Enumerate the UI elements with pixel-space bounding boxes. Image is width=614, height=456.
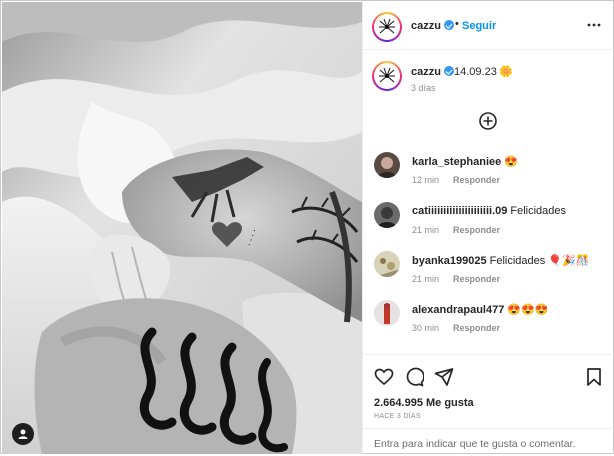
comment-username[interactable]: catiiiiiiiiiiiiiiiiiiiii.09 Felicidades	[412, 205, 566, 217]
more-options-icon[interactable]	[587, 18, 601, 32]
verified-badge-icon	[443, 20, 454, 30]
reply-button[interactable]: Responder	[453, 225, 500, 235]
comment-time: 30 min	[412, 323, 440, 333]
comment-time: 12 min	[412, 175, 440, 185]
login-to-comment-text[interactable]: Entra para indicar que te gusta o coment…	[374, 438, 575, 450]
comment-item: alexandrapaul477 😍😍😍 30 min Responder	[363, 300, 614, 346]
heart-icon[interactable]	[374, 367, 394, 387]
bookmark-icon[interactable]	[584, 367, 604, 387]
comment-time: 21 min	[412, 225, 440, 235]
post-photo[interactable]: ∙ ∙ ∙ ∙	[2, 2, 362, 454]
tattooed-hands-image: ∙ ∙ ∙ ∙	[2, 2, 362, 454]
comment-icon[interactable]	[404, 367, 424, 387]
author-avatar[interactable]	[372, 12, 402, 42]
comment-text: Felicidades	[510, 205, 567, 217]
comment-text: 😍😍😍	[507, 304, 549, 316]
reply-button[interactable]: Responder	[453, 274, 500, 284]
spider-logo-icon	[379, 67, 395, 83]
plus-circle-icon[interactable]	[478, 111, 498, 131]
share-icon[interactable]	[434, 367, 454, 387]
commenter-avatar[interactable]	[374, 251, 400, 277]
post-header: cazzu • Seguir	[363, 2, 614, 50]
post-side-panel: cazzu • Seguir cazzu 14.09.23 🌼 3 días k…	[362, 2, 614, 454]
caption-time: 3 días	[411, 83, 436, 93]
spider-logo-icon	[379, 18, 395, 34]
comment-username[interactable]: karla_stephaniee 😍	[412, 155, 518, 168]
likes-count[interactable]: 2.664.995 Me gusta	[374, 397, 474, 409]
commenter-avatar[interactable]	[374, 152, 400, 178]
comment-item: byanka199025 Felicidades 🎈🎉🎊 21 min Respon…	[363, 251, 614, 297]
reply-button[interactable]: Responder	[453, 323, 500, 333]
comment-text: 😍	[504, 156, 518, 168]
comment-text: Felicidades 🎈🎉🎊	[489, 255, 590, 267]
login-to-comment[interactable]: Entra para indicar que te gusta o coment…	[363, 428, 614, 456]
caption-emoji: 🌼	[499, 66, 513, 78]
caption-username[interactable]: cazzu	[411, 66, 454, 78]
post-modal: ∙ ∙ ∙ ∙ cazzu • Seguir cazzu 14.09.23 🌼 …	[0, 0, 614, 454]
author-username[interactable]: cazzu	[411, 20, 454, 32]
comment-item: catiiiiiiiiiiiiiiiiiiiii.09 Felicidades 2…	[363, 202, 614, 248]
verified-badge-icon	[443, 66, 454, 76]
post-actions: 2.664.995 Me gusta HACE 3 DÍAS Entra par…	[363, 354, 614, 455]
separator-dot: •	[455, 18, 459, 30]
comment-item: karla_stephaniee 😍 12 min Responder	[363, 152, 614, 198]
caption-text: 14.09.23	[454, 66, 497, 78]
user-tag-icon[interactable]	[12, 423, 34, 445]
caption-author-avatar[interactable]	[372, 61, 402, 91]
comment-time: 21 min	[412, 274, 440, 284]
reply-button[interactable]: Responder	[453, 175, 500, 185]
comment-username[interactable]: byanka199025 Felicidades 🎈🎉🎊	[412, 254, 589, 267]
commenter-avatar[interactable]	[374, 202, 400, 228]
follow-button[interactable]: Seguir	[462, 20, 496, 32]
comment-username[interactable]: alexandrapaul477 😍😍😍	[412, 303, 548, 316]
post-date: HACE 3 DÍAS	[374, 413, 421, 420]
commenter-avatar[interactable]	[374, 300, 400, 326]
